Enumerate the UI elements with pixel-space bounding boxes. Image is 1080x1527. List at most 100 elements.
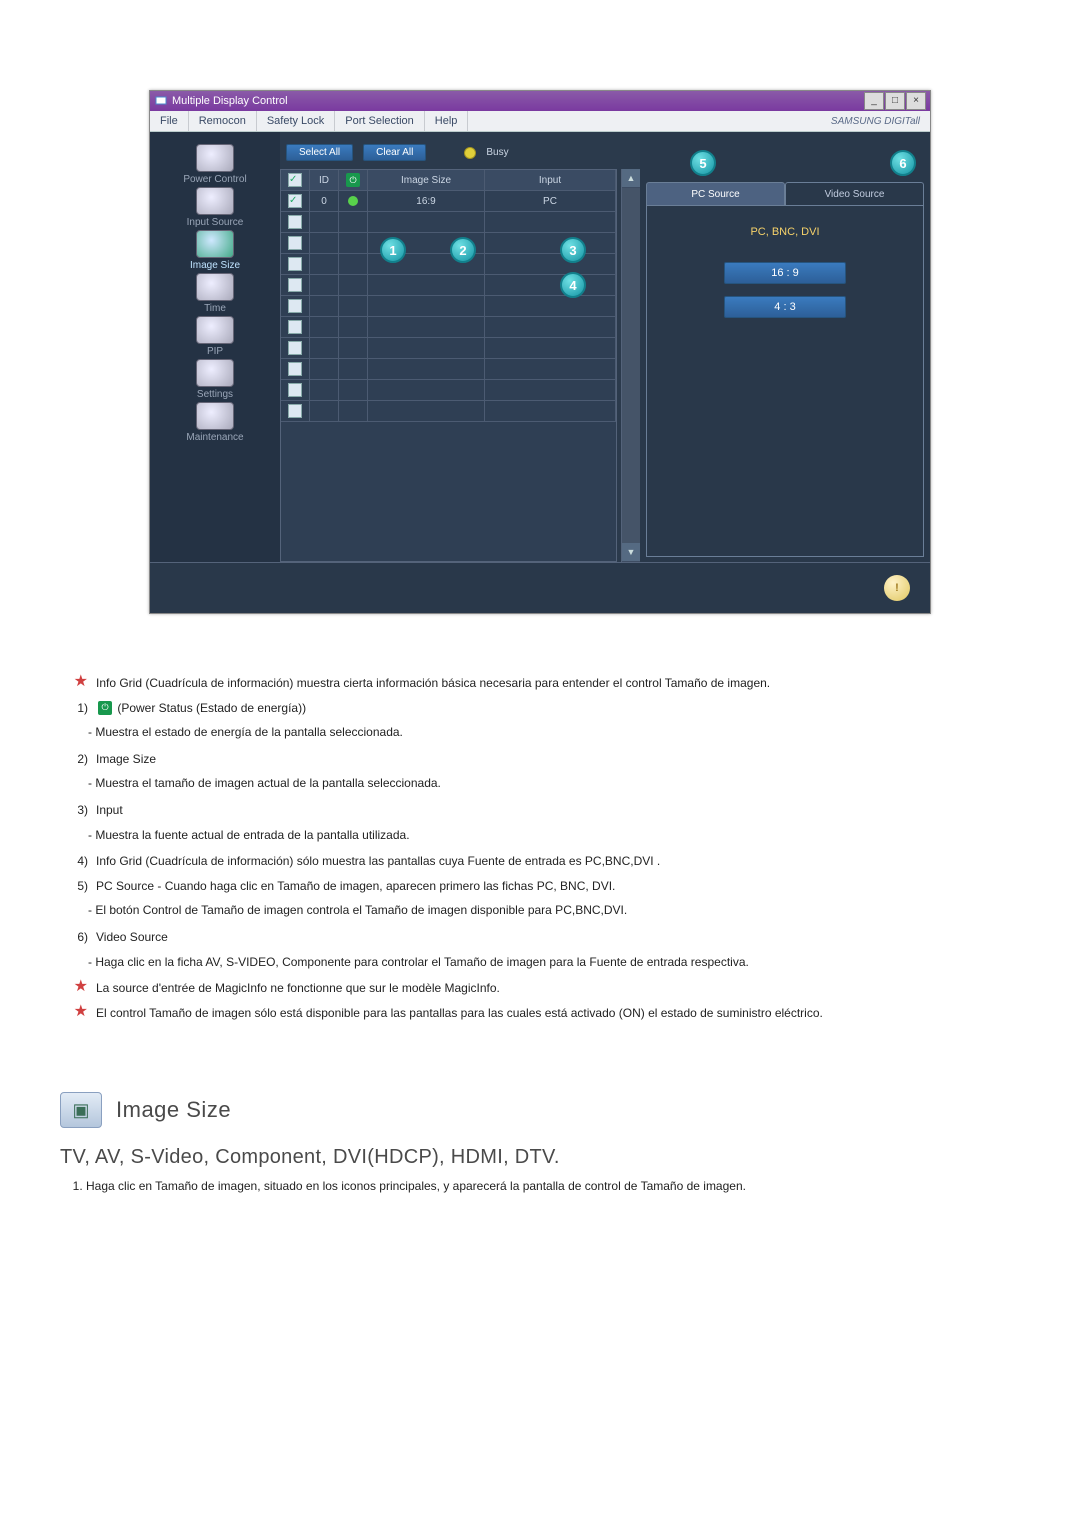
- sidebar-label: Maintenance: [186, 432, 243, 443]
- clear-all-button[interactable]: Clear All: [363, 144, 426, 161]
- row-checkbox[interactable]: [288, 299, 302, 313]
- grid-row[interactable]: 0 16:9 PC: [281, 191, 616, 212]
- aspect-4-3-button[interactable]: 4 : 3: [724, 296, 846, 318]
- col-input: Input: [485, 170, 616, 190]
- grid-row[interactable]: [281, 401, 616, 422]
- list-item: Image Size: [96, 750, 156, 769]
- list-number: 6): [60, 928, 96, 947]
- window-close-button[interactable]: ×: [906, 92, 926, 110]
- menu-file[interactable]: File: [150, 111, 189, 131]
- row-checkbox[interactable]: [288, 215, 302, 229]
- power-control-icon: [196, 144, 234, 172]
- row-checkbox[interactable]: [288, 404, 302, 418]
- power-on-icon: [348, 196, 358, 206]
- callout-2: 2: [450, 237, 476, 263]
- tab-video-source[interactable]: Video Source: [785, 182, 924, 205]
- row-checkbox[interactable]: [288, 362, 302, 376]
- grid-row[interactable]: [281, 380, 616, 401]
- section-subheading: TV, AV, S-Video, Component, DVI(HDCP), H…: [60, 1146, 1020, 1169]
- grid-row[interactable]: [281, 296, 616, 317]
- col-image-size: Image Size: [368, 170, 485, 190]
- window-minimize-button[interactable]: _: [864, 92, 884, 110]
- settings-icon: [196, 359, 234, 387]
- list-number: 1): [60, 699, 96, 718]
- list-number: 2): [60, 750, 96, 769]
- col-power-icon: ⏻: [339, 170, 368, 190]
- row-checkbox[interactable]: [288, 278, 302, 292]
- row-checkbox[interactable]: [288, 320, 302, 334]
- row-checkbox[interactable]: [288, 236, 302, 250]
- row-checkbox[interactable]: [288, 194, 302, 208]
- pip-icon: [196, 316, 234, 344]
- power-icon: ⏻: [346, 173, 360, 187]
- busy-indicator-icon: [464, 147, 476, 159]
- sidebar-item-settings[interactable]: Settings: [165, 359, 265, 400]
- grid-row[interactable]: [281, 212, 616, 233]
- star-bullet-icon: ★: [60, 979, 96, 998]
- list-item: Input: [96, 801, 123, 820]
- callout-6: 6: [890, 150, 916, 176]
- callout-5: 5: [690, 150, 716, 176]
- document-body: ★ Info Grid (Cuadrícula de información) …: [60, 674, 1020, 1193]
- sidebar-label: Power Control: [183, 174, 246, 185]
- time-icon: [196, 273, 234, 301]
- sidebar-label: Image Size: [190, 260, 240, 271]
- list-subtext: - Muestra el estado de energía de la pan…: [60, 723, 1020, 742]
- busy-label: Busy: [486, 147, 508, 158]
- scroll-down-icon[interactable]: ▼: [622, 543, 640, 562]
- mdc-application-window: Multiple Display Control _ □ × File Remo…: [149, 90, 931, 614]
- input-source-icon: [196, 187, 234, 215]
- sidebar-item-time[interactable]: Time: [165, 273, 265, 314]
- callout-1: 1: [380, 237, 406, 263]
- instruction-list: Haga clic en Tamaño de imagen, situado e…: [60, 1179, 1020, 1193]
- cell-id: 0: [310, 191, 339, 211]
- grid-row[interactable]: [281, 338, 616, 359]
- list-number: 3): [60, 801, 96, 820]
- star-bullet-icon: ★: [60, 674, 96, 693]
- select-all-button[interactable]: Select All: [286, 144, 353, 161]
- source-panel: PC, BNC, DVI 16 : 9 4 : 3: [646, 205, 924, 557]
- row-checkbox[interactable]: [288, 257, 302, 271]
- maintenance-icon: [196, 402, 234, 430]
- window-maximize-button[interactable]: □: [885, 92, 905, 110]
- sidebar-item-pip[interactable]: PIP: [165, 316, 265, 357]
- cell-size: 16:9: [368, 191, 485, 211]
- grid-scrollbar[interactable]: ▲ ▼: [621, 169, 640, 562]
- sidebar-label: PIP: [207, 346, 223, 357]
- section-header: ▣ Image Size: [60, 1092, 1020, 1128]
- workarea: Power Control Input Source Image Size Ti…: [150, 132, 930, 562]
- menu-safety-lock[interactable]: Safety Lock: [257, 111, 335, 131]
- scroll-up-icon[interactable]: ▲: [622, 169, 640, 188]
- tab-pc-source[interactable]: PC Source: [646, 182, 785, 205]
- sidebar-item-maintenance[interactable]: Maintenance: [165, 402, 265, 443]
- grid-row[interactable]: [281, 359, 616, 380]
- instruction-step: Haga clic en Tamaño de imagen, situado e…: [86, 1179, 1020, 1193]
- window-title: Multiple Display Control: [172, 95, 288, 107]
- list-subtext: - Haga clic en la ficha AV, S-VIDEO, Com…: [60, 953, 1020, 972]
- power-status-icon: ⏻: [98, 701, 112, 715]
- list-number: 4): [60, 852, 96, 871]
- statusbar: !: [150, 562, 930, 613]
- note-text: La source d'entrée de MagicInfo ne fonct…: [96, 979, 500, 998]
- note-text: El control Tamaño de imagen sólo está di…: [96, 1004, 823, 1023]
- list-item: ⏻ (Power Status (Estado de energía)): [96, 699, 306, 718]
- list-subtext: - Muestra la fuente actual de entrada de…: [60, 826, 1020, 845]
- row-checkbox[interactable]: [288, 341, 302, 355]
- sidebar-label: Input Source: [187, 217, 244, 228]
- sidebar-item-input-source[interactable]: Input Source: [165, 187, 265, 228]
- menu-remocon[interactable]: Remocon: [189, 111, 257, 131]
- grid-row[interactable]: [281, 317, 616, 338]
- callout-3: 3: [560, 237, 586, 263]
- sidebar-item-image-size[interactable]: Image Size: [165, 230, 265, 271]
- list-item: PC Source - Cuando haga clic en Tamaño d…: [96, 877, 615, 896]
- menu-port-selection[interactable]: Port Selection: [335, 111, 424, 131]
- row-checkbox[interactable]: [288, 383, 302, 397]
- panel-header: PC, BNC, DVI: [750, 226, 819, 238]
- list-text: (Power Status (Estado de energía)): [114, 701, 306, 715]
- header-checkbox[interactable]: [288, 173, 302, 187]
- aspect-16-9-button[interactable]: 16 : 9: [724, 262, 846, 284]
- sidebar-item-power-control[interactable]: Power Control: [165, 144, 265, 185]
- list-subtext: - El botón Control de Tamaño de imagen c…: [60, 901, 1020, 920]
- menu-help[interactable]: Help: [425, 111, 469, 131]
- image-size-section-icon: ▣: [60, 1092, 102, 1128]
